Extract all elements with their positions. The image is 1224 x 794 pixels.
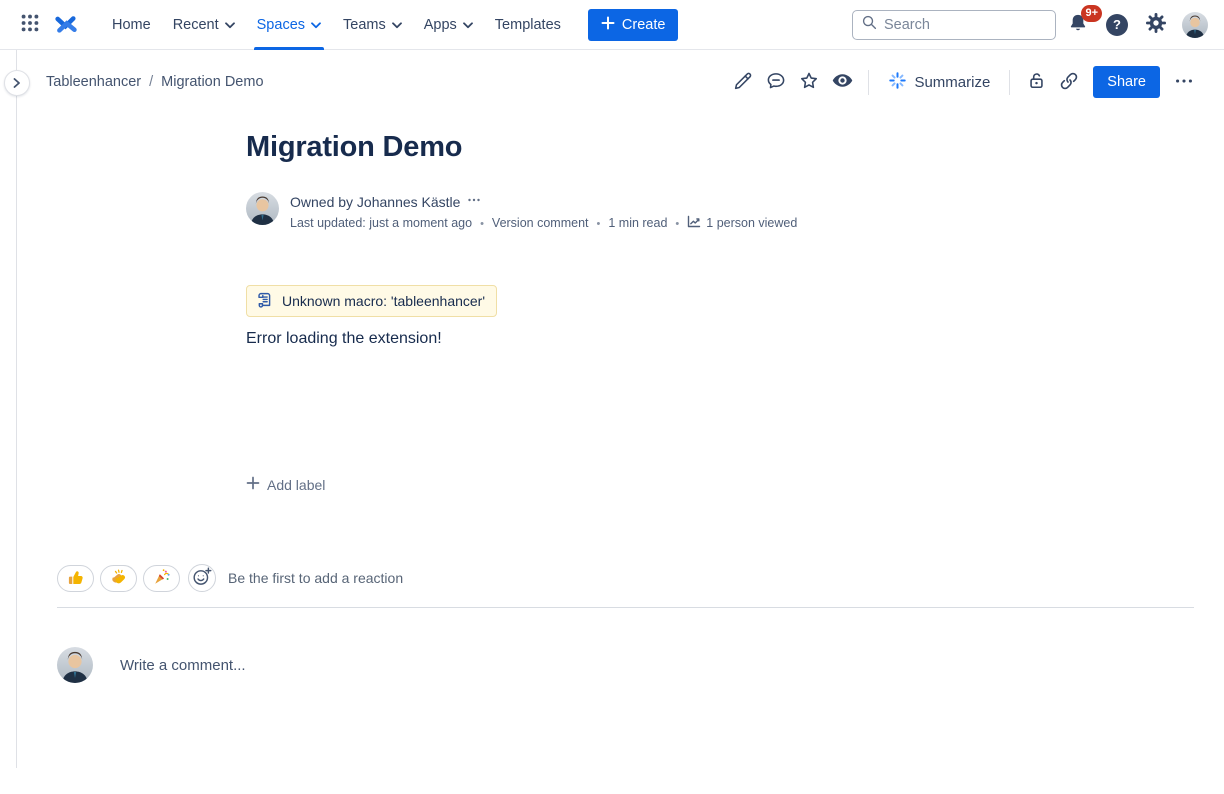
active-tab-underline [254,47,324,50]
help-button[interactable]: ? [1102,10,1132,40]
search-box[interactable] [852,10,1056,40]
meta-separator [589,216,609,230]
top-right-cluster: 9+ ? [1063,10,1210,40]
settings-button[interactable] [1141,10,1171,40]
owner-avatar[interactable] [246,192,279,225]
search-input[interactable] [884,17,1034,33]
nav-teams[interactable]: Teams [332,0,413,50]
clap-emoji [110,568,127,589]
confluence-logo[interactable] [51,10,81,40]
copy-link-button[interactable] [1053,66,1085,98]
ellipsis-icon [1173,70,1195,95]
pencil-icon [732,70,754,95]
add-label-button[interactable]: Add label [246,476,325,493]
reaction-clap-button[interactable] [100,565,137,592]
help-icon: ? [1106,14,1128,36]
divider [1009,70,1010,95]
nav-apps[interactable]: Apps [413,0,484,50]
notifications-button[interactable]: 9+ [1063,10,1093,40]
comment-bubble-icon [765,70,787,95]
chevron-down-icon [311,17,321,33]
gear-icon [1145,12,1167,37]
meta-separator [667,216,687,230]
page-title: Migration Demo [246,130,986,164]
page-content: Migration Demo Owned by Johannes Kästle … [246,130,986,493]
summarize-button[interactable]: Summarize [879,66,999,98]
ai-sparkle-icon [888,71,907,94]
chevron-down-icon [392,17,402,33]
version-comment-link[interactable]: Version comment [492,216,589,230]
reaction-party-popper-button[interactable] [143,565,180,592]
create-button[interactable]: Create [588,9,679,41]
link-icon [1058,70,1080,95]
meta-separator [472,216,492,230]
app-grid-icon [19,12,41,37]
search-icon [861,14,877,35]
breadcrumb-separator: / [149,74,153,90]
avatar [1182,12,1208,38]
unknown-macro-placeholder[interactable]: Unknown macro: 'tableenhancer' [246,285,497,317]
breadcrumb-space[interactable]: Tableenhancer [46,74,141,90]
chevron-right-icon [13,76,21,91]
line-chart-icon [687,215,701,231]
chevron-down-icon [225,17,235,33]
byline: Owned by Johannes Kästle Last updated: j… [246,192,986,231]
favorite-button[interactable] [793,66,825,98]
add-reaction-button[interactable] [188,564,216,592]
current-user-avatar [57,647,93,683]
nav-templates[interactable]: Templates [484,0,572,50]
sidebar-rail [16,50,17,768]
expand-sidebar-button[interactable] [4,70,30,96]
edit-button[interactable] [727,66,759,98]
reaction-thumbs-up-button[interactable] [57,565,94,592]
scroll-icon [256,291,273,311]
inline-comments-button[interactable] [760,66,792,98]
page-header-row: Tableenhancer / Migration Demo [0,50,1224,114]
unlocked-padlock-icon [1026,70,1047,94]
more-actions-button[interactable] [1168,66,1200,98]
notification-badge: 9+ [1081,5,1102,22]
divider [868,70,869,95]
page-actions: Summarize Share [727,66,1200,98]
party-popper-emoji [153,568,171,589]
content-divider [57,607,1194,608]
analytics-viewed[interactable]: 1 person viewed [687,215,797,231]
watch-button[interactable] [826,66,858,98]
comment-input[interactable]: Write a comment... [120,657,246,674]
primary-nav: Home Recent Spaces Teams Apps Templates [101,0,572,50]
comment-section: Write a comment... [57,647,246,683]
byline-more-icon[interactable] [467,193,481,210]
nav-recent[interactable]: Recent [162,0,246,50]
nav-home[interactable]: Home [101,0,162,50]
read-time-text: 1 min read [608,216,667,230]
app-switcher-button[interactable] [15,10,45,40]
chevron-down-icon [463,17,473,33]
breadcrumb: Tableenhancer / Migration Demo [46,74,264,90]
last-updated-text[interactable]: Last updated: just a moment ago [290,216,472,230]
confluence-logo-icon [54,11,79,39]
top-navigation: Home Recent Spaces Teams Apps Templates … [0,0,1224,50]
nav-spaces[interactable]: Spaces [246,0,332,50]
breadcrumb-page[interactable]: Migration Demo [161,74,263,90]
eye-icon [831,69,854,95]
star-icon [798,70,820,95]
profile-button[interactable] [1180,10,1210,40]
plus-icon [601,16,615,34]
reaction-prompt: Be the first to add a reaction [228,570,403,586]
extension-error-text: Error loading the extension! [246,330,986,348]
reactions-bar: Be the first to add a reaction [57,564,403,592]
smiley-plus-icon [192,567,212,590]
owned-by-text[interactable]: Owned by Johannes Kästle [290,194,460,210]
plus-icon [246,476,260,493]
restrictions-button[interactable] [1020,66,1052,98]
thumbs-up-emoji [67,568,84,589]
share-button[interactable]: Share [1093,66,1160,98]
macro-warning-text: Unknown macro: 'tableenhancer' [282,293,485,309]
